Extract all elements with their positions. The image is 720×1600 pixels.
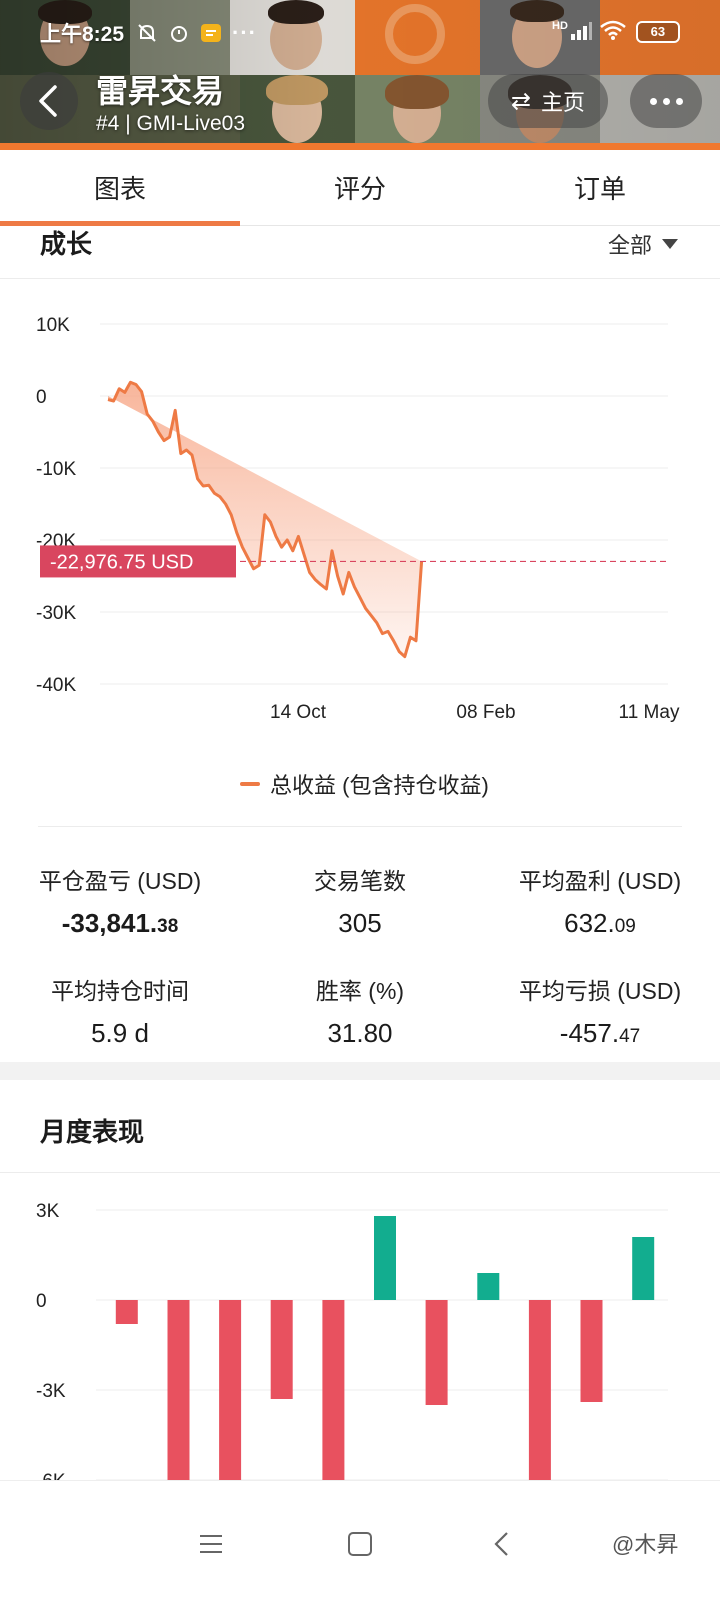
mute-bell-icon xyxy=(136,22,158,44)
legend-swatch xyxy=(240,782,260,786)
y-tick-label: -30K xyxy=(36,603,76,624)
stat-avg-profit: 平均盈利 (USD) 632.09 xyxy=(480,862,720,939)
menu-nav-button[interactable] xyxy=(186,1519,236,1569)
more-options-button[interactable] xyxy=(630,74,702,128)
x-tick-label: 11 May xyxy=(619,702,680,723)
growth-chart: 10K0-10K-20K-30K-40K-22,976.75 USD14 Oct… xyxy=(36,315,680,723)
tab-rating[interactable]: 评分 xyxy=(240,150,480,225)
monthly-bar xyxy=(528,1300,551,1480)
stat-trade-count: 交易笔数 305 xyxy=(240,862,480,939)
stat-value: 305 xyxy=(338,908,382,938)
tab-chart[interactable]: 图表 xyxy=(0,150,240,226)
stat-value: -457. xyxy=(559,1018,620,1048)
x-tick-label: 08 Feb xyxy=(456,702,515,723)
section-divider xyxy=(0,1172,720,1173)
dot-icon xyxy=(675,97,683,105)
monthly-bar xyxy=(632,1237,655,1300)
app-header: 上午8:25 ··· HD 63 雷昇交易 #4 | GMI-Live03 ⇄ … xyxy=(0,0,720,150)
stat-label: 平仓盈亏 (USD) xyxy=(38,868,202,894)
back-nav-button[interactable] xyxy=(477,1519,527,1569)
section-divider xyxy=(0,278,720,279)
system-nav-bar: @木昇 xyxy=(0,1480,720,1600)
home-label: 主页 xyxy=(541,90,586,115)
dot-icon xyxy=(649,97,657,105)
monthly-bar xyxy=(270,1300,293,1399)
tab-bar: 图表 评分 订单 xyxy=(0,150,720,226)
network-type: HD xyxy=(552,20,568,32)
legend-label: 总收益 (包含持仓收益) xyxy=(270,773,489,798)
legend-divider xyxy=(38,826,682,827)
alarm-icon xyxy=(168,22,190,44)
signal-icon xyxy=(570,20,592,43)
menu-icon xyxy=(200,1535,222,1553)
y-tick-label: -3K xyxy=(36,1381,66,1402)
monthly-bar xyxy=(374,1216,396,1300)
stat-label: 胜率 (%) xyxy=(315,978,405,1004)
chevron-left-icon xyxy=(39,85,57,117)
stat-decimal: 38 xyxy=(157,916,179,937)
account-subtitle: #4 | GMI-Live03 xyxy=(96,112,246,135)
chart-legend: 总收益 (包含持仓收益) xyxy=(240,768,489,800)
square-icon xyxy=(348,1532,372,1556)
monthly-bar xyxy=(322,1300,345,1480)
back-button[interactable] xyxy=(20,72,78,130)
stat-avg-loss: 平均亏损 (USD) -457.47 xyxy=(480,972,720,1049)
stat-win-rate: 胜率 (%) 31.80 xyxy=(240,972,480,1049)
page-title: 雷昇交易 xyxy=(96,73,225,109)
monthly-bar xyxy=(477,1273,500,1300)
y-tick-label: 3K xyxy=(36,1201,60,1222)
battery-indicator: 63 xyxy=(635,20,680,43)
period-filter-dropdown[interactable]: 全部 xyxy=(608,228,679,260)
monthly-bar-chart: 3K 0 -3K -6K xyxy=(36,1201,668,1480)
message-app-icon xyxy=(200,22,222,44)
y-tick-label: -40K xyxy=(36,675,76,696)
stat-label: 平均亏损 (USD) xyxy=(518,978,682,1004)
status-time: 上午8:25 xyxy=(40,23,125,46)
stat-value: 5.9 d xyxy=(91,1018,149,1048)
y-tick-label: 0 xyxy=(36,387,47,408)
growth-title: 成长 xyxy=(40,229,93,259)
monthly-bar xyxy=(580,1300,603,1402)
section-gap xyxy=(0,1062,720,1080)
home-nav-button[interactable] xyxy=(335,1519,385,1569)
stat-avg-hold-time: 平均持仓时间 5.9 d xyxy=(0,972,240,1049)
stat-decimal: 47 xyxy=(619,1026,641,1047)
monthly-bar xyxy=(115,1300,138,1324)
dot-icon xyxy=(662,97,670,105)
stat-value: -33,841. xyxy=(61,908,158,938)
stat-decimal: 09 xyxy=(614,916,636,937)
triangle-down-icon xyxy=(662,239,679,249)
y-tick-label: 10K xyxy=(36,315,70,336)
swap-icon: ⇄ xyxy=(510,87,532,115)
watermark: @木昇 xyxy=(612,1527,678,1559)
more-notifications-icon: ··· xyxy=(232,20,258,45)
stat-label: 平均持仓时间 xyxy=(51,978,189,1004)
stat-value: 632. xyxy=(564,908,615,938)
home-button[interactable]: ⇄ 主页 xyxy=(488,74,608,128)
period-filter-value: 全部 xyxy=(608,233,653,258)
header-accent-line xyxy=(0,143,720,150)
y-tick-label: -10K xyxy=(36,459,76,480)
stat-value: 31.80 xyxy=(327,1018,393,1048)
monthly-title: 月度表现 xyxy=(40,1117,145,1147)
wifi-icon xyxy=(600,20,626,43)
x-tick-label: 14 Oct xyxy=(270,702,327,723)
monthly-bar xyxy=(425,1300,448,1405)
y-tick-label: -6K xyxy=(36,1471,66,1480)
y-tick-label: 0 xyxy=(36,1291,47,1312)
monthly-bar xyxy=(167,1300,190,1480)
stat-label: 平均盈利 (USD) xyxy=(518,868,682,894)
tab-orders[interactable]: 订单 xyxy=(480,150,720,225)
current-value-label: -22,976.75 USD xyxy=(50,551,193,573)
chevron-left-icon xyxy=(494,1532,508,1556)
stat-closed-pnl: 平仓盈亏 (USD) -33,841.38 xyxy=(0,862,240,939)
watermark-text: @木昇 xyxy=(612,1532,679,1557)
monthly-bar xyxy=(219,1300,242,1480)
status-bar: 上午8:25 ··· xyxy=(40,18,267,48)
status-indicators: HD 63 xyxy=(552,20,680,43)
stat-label: 交易笔数 xyxy=(314,868,406,894)
